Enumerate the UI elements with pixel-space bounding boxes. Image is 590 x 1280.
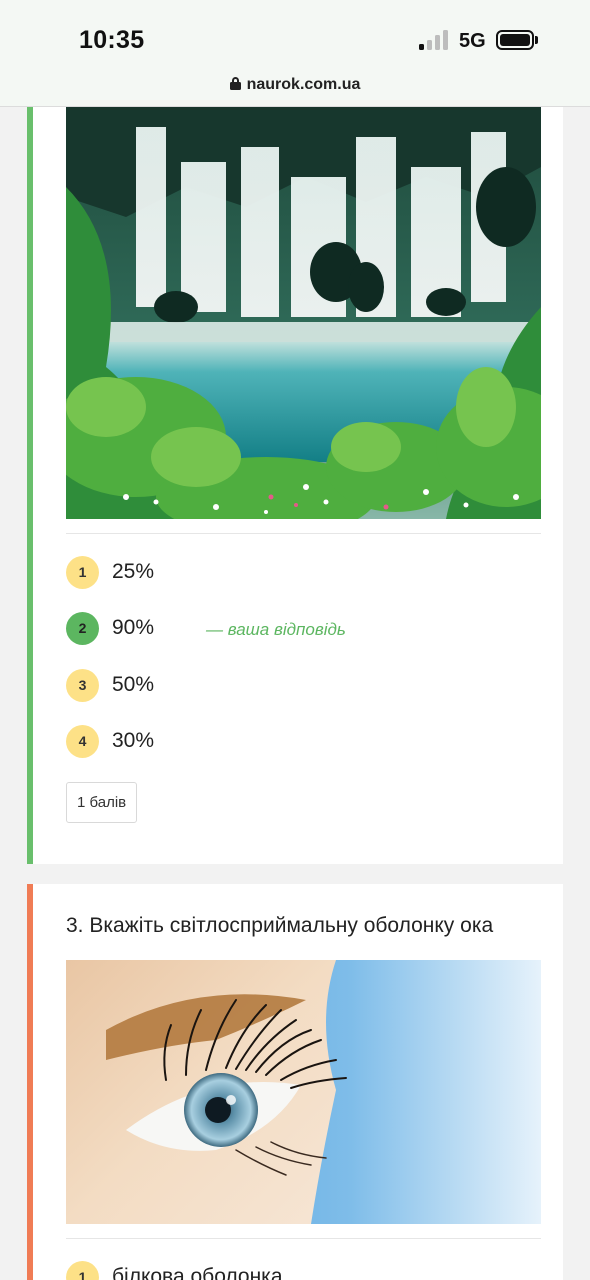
signal-icon xyxy=(419,30,451,50)
answer-option-1[interactable]: 1 25% xyxy=(66,556,541,590)
your-answer-note: — ваша відповідь xyxy=(206,620,346,639)
answer-number-badge: 1 xyxy=(66,556,99,589)
answer-text: 30% xyxy=(112,729,155,752)
answer-number-badge: 4 xyxy=(66,725,99,758)
answer-text: 25% xyxy=(112,560,155,583)
question-card-2: 1 25% 2 90% — ваша відповідь 3 50% 4 30%… xyxy=(27,60,563,864)
clock: 10:35 xyxy=(79,26,145,54)
answer-option-4[interactable]: 4 30% xyxy=(66,725,541,759)
answer-option-1[interactable]: 1 білкова оболонка xyxy=(66,1261,541,1280)
answer-text: 50% xyxy=(112,673,155,696)
answer-number-badge: 1 xyxy=(66,1261,99,1280)
answer-option-3[interactable]: 3 50% xyxy=(66,669,541,703)
eye-photo-icon xyxy=(66,960,541,1224)
question-title: 3. Вкажіть світлосприймальну оболонку ок… xyxy=(66,914,494,937)
lock-icon xyxy=(229,77,241,90)
url-text: naurok.com.ua xyxy=(246,76,361,93)
battery-tip xyxy=(535,36,538,44)
waterfall-photo-icon xyxy=(66,107,541,519)
question-card-3: 3. Вкажіть світлосприймальну оболонку ок… xyxy=(27,884,563,1280)
points-badge: 1 балів xyxy=(66,782,138,823)
battery-icon xyxy=(496,30,534,50)
answer-text: білкова оболонка xyxy=(112,1265,283,1280)
divider xyxy=(66,533,541,534)
answer-text: 90% xyxy=(112,616,155,639)
answer-number-badge-correct: 2 xyxy=(66,612,99,645)
divider xyxy=(66,1238,541,1239)
status-bar: 10:35 5G naurok.com.ua xyxy=(0,0,590,107)
network-type: 5G xyxy=(459,30,486,52)
address-bar[interactable]: naurok.com.ua xyxy=(0,76,590,94)
answer-number-badge: 3 xyxy=(66,669,99,702)
answer-option-2[interactable]: 2 90% — ваша відповідь xyxy=(66,612,541,646)
